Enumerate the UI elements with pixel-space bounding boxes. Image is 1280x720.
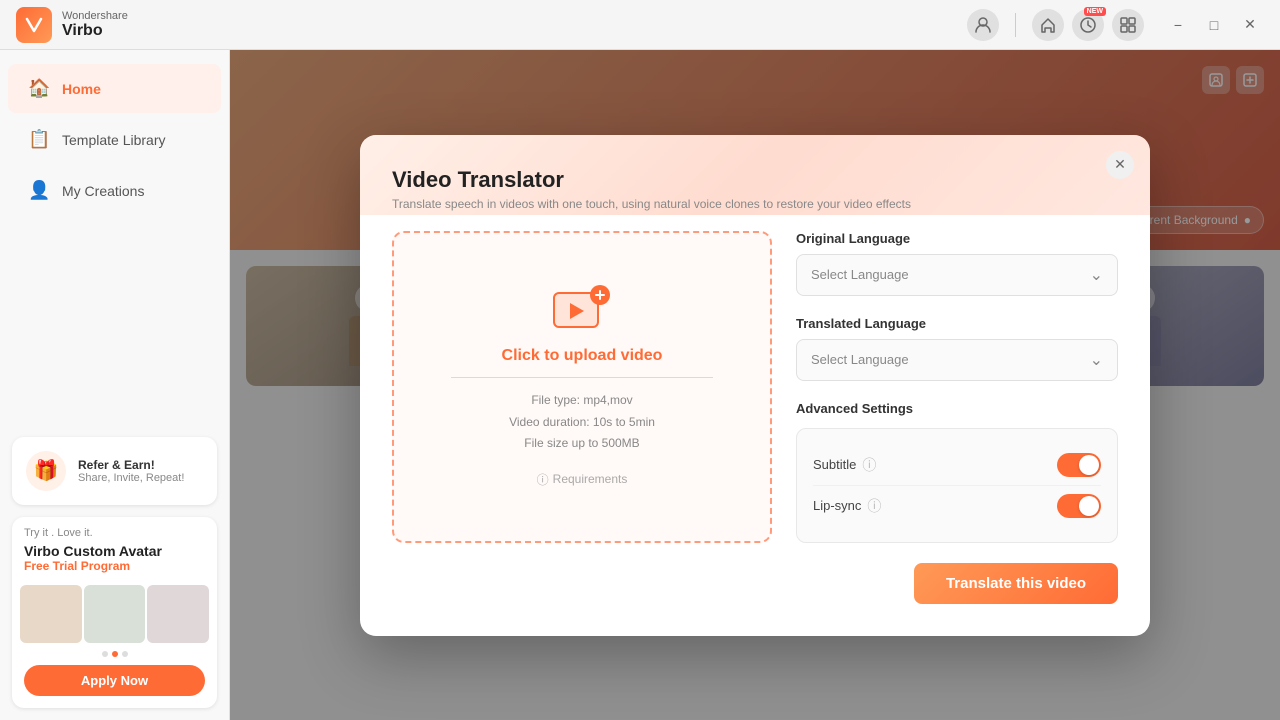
maximize-button[interactable]: □ bbox=[1200, 11, 1228, 39]
subtitle-setting-row: Subtitle ⓘ bbox=[813, 445, 1101, 485]
upload-divider bbox=[451, 377, 713, 378]
advanced-settings-box: Subtitle ⓘ Lip-sync ⓘ bbox=[796, 428, 1118, 543]
modal-title: Video Translator bbox=[392, 167, 1118, 193]
trial-try-label: Try it . Love it. bbox=[12, 517, 217, 543]
dot-indicators bbox=[12, 651, 217, 657]
upload-area[interactable]: Click to upload video File type: mp4,mov… bbox=[392, 231, 772, 543]
template-icon: 📋 bbox=[28, 129, 50, 150]
trial-title: Virbo Custom Avatar bbox=[12, 543, 217, 559]
trial-card: Try it . Love it. Virbo Custom Avatar Fr… bbox=[12, 517, 217, 708]
dot-1 bbox=[102, 651, 108, 657]
lipsync-info-icon[interactable]: ⓘ bbox=[867, 496, 881, 516]
grid-icon[interactable] bbox=[1112, 9, 1144, 41]
brand-label: Wondershare bbox=[62, 10, 128, 22]
app-window: Wondershare Virbo bbox=[0, 0, 1280, 720]
close-button[interactable]: ✕ bbox=[1236, 11, 1264, 39]
file-type-info: File type: mp4,mov bbox=[509, 390, 655, 412]
home-nav-icon: 🏠 bbox=[28, 78, 50, 99]
refer-subtitle: Share, Invite, Repeat! bbox=[78, 472, 184, 484]
question-icon: ⓘ bbox=[537, 471, 549, 488]
original-dropdown-arrow: ⌄ bbox=[1090, 265, 1103, 285]
history-icon[interactable]: NEW bbox=[1072, 9, 1104, 41]
subtitle-info-icon[interactable]: ⓘ bbox=[862, 455, 876, 475]
refer-card[interactable]: 🎁 Refer & Earn! Share, Invite, Repeat! bbox=[12, 437, 217, 505]
lipsync-toggle[interactable] bbox=[1057, 494, 1101, 518]
translated-language-dropdown[interactable]: Select Language ⌄ bbox=[796, 339, 1118, 381]
minimize-button[interactable]: − bbox=[1164, 11, 1192, 39]
sidebar: 🏠 Home 📋 Template Library 👤 My Creations bbox=[0, 50, 230, 720]
original-language-label: Original Language bbox=[796, 231, 1118, 246]
size-info: File size up to 500MB bbox=[509, 433, 655, 455]
main-panel: VIRBO bbox=[230, 50, 1280, 720]
sidebar-item-home-label: Home bbox=[62, 81, 101, 97]
sidebar-item-home[interactable]: 🏠 Home bbox=[8, 64, 221, 113]
modal-footer: Translate this video bbox=[392, 563, 1118, 604]
modal-close-button[interactable]: ✕ bbox=[1106, 151, 1134, 179]
sidebar-nav: 🏠 Home 📋 Template Library 👤 My Creations bbox=[0, 50, 229, 229]
trial-subtitle: Free Trial Program bbox=[12, 559, 217, 581]
original-language-placeholder: Select Language bbox=[811, 267, 909, 282]
window-controls: − □ ✕ bbox=[1164, 11, 1264, 39]
translated-language-placeholder: Select Language bbox=[811, 352, 909, 367]
sidebar-item-my-creations[interactable]: 👤 My Creations bbox=[8, 166, 221, 215]
subtitle-label: Subtitle ⓘ bbox=[813, 455, 876, 475]
sidebar-item-template-label: Template Library bbox=[62, 132, 166, 148]
dot-2 bbox=[112, 651, 118, 657]
lipsync-setting-row: Lip-sync ⓘ bbox=[813, 485, 1101, 526]
refer-icon: 🎁 bbox=[24, 449, 68, 493]
lipsync-label: Lip-sync ⓘ bbox=[813, 496, 881, 516]
subtitle-toggle[interactable] bbox=[1057, 453, 1101, 477]
modal-subtitle: Translate speech in videos with one touc… bbox=[392, 197, 1118, 211]
title-bar-left: Wondershare Virbo bbox=[16, 7, 128, 43]
requirements-label: Requirements bbox=[553, 472, 628, 486]
divider bbox=[1015, 13, 1016, 37]
subtitle-label-text: Subtitle bbox=[813, 457, 856, 472]
modal-body: Click to upload video File type: mp4,mov… bbox=[392, 231, 1118, 543]
trial-img-3 bbox=[147, 585, 209, 643]
home-icon[interactable] bbox=[1032, 9, 1064, 41]
sidebar-item-creations-label: My Creations bbox=[62, 183, 144, 199]
upload-info: File type: mp4,mov Video duration: 10s t… bbox=[509, 390, 655, 455]
settings-panel: Original Language Select Language ⌄ Tran… bbox=[796, 231, 1118, 543]
new-badge: NEW bbox=[1084, 7, 1106, 16]
sidebar-bottom: 🎁 Refer & Earn! Share, Invite, Repeat! T… bbox=[0, 425, 229, 720]
modal-overlay[interactable]: ✕ Video Translator Translate speech in v… bbox=[230, 50, 1280, 720]
advanced-settings-title: Advanced Settings bbox=[796, 401, 1118, 416]
lipsync-label-text: Lip-sync bbox=[813, 498, 861, 513]
trial-card-images bbox=[12, 581, 217, 651]
translated-language-label: Translated Language bbox=[796, 316, 1118, 331]
main-content: 🏠 Home 📋 Template Library 👤 My Creations bbox=[0, 50, 1280, 720]
creations-icon: 👤 bbox=[28, 180, 50, 201]
requirements-link[interactable]: ⓘ Requirements bbox=[537, 471, 628, 488]
app-logo bbox=[16, 7, 52, 43]
upload-video-icon bbox=[552, 285, 612, 335]
video-translator-modal: ✕ Video Translator Translate speech in v… bbox=[360, 135, 1150, 636]
app-name-label: Virbo bbox=[62, 22, 128, 40]
trial-img-2 bbox=[84, 585, 146, 643]
translate-button[interactable]: Translate this video bbox=[914, 563, 1118, 604]
title-bar-right: NEW − □ ✕ bbox=[967, 9, 1264, 41]
original-language-dropdown[interactable]: Select Language ⌄ bbox=[796, 254, 1118, 296]
dot-3 bbox=[122, 651, 128, 657]
apply-now-button[interactable]: Apply Now bbox=[24, 665, 205, 696]
trial-img-1 bbox=[20, 585, 82, 643]
svg-text:🎁: 🎁 bbox=[34, 458, 59, 482]
upload-label: Click to upload video bbox=[502, 347, 663, 365]
sidebar-item-template-library[interactable]: 📋 Template Library bbox=[8, 115, 221, 164]
translated-dropdown-arrow: ⌄ bbox=[1090, 350, 1103, 370]
user-icon[interactable] bbox=[967, 9, 999, 41]
refer-title: Refer & Earn! bbox=[78, 458, 184, 472]
app-name: Wondershare Virbo bbox=[62, 10, 128, 40]
refer-text-block: Refer & Earn! Share, Invite, Repeat! bbox=[78, 458, 184, 484]
duration-info: Video duration: 10s to 5min bbox=[509, 412, 655, 434]
title-bar: Wondershare Virbo bbox=[0, 0, 1280, 50]
